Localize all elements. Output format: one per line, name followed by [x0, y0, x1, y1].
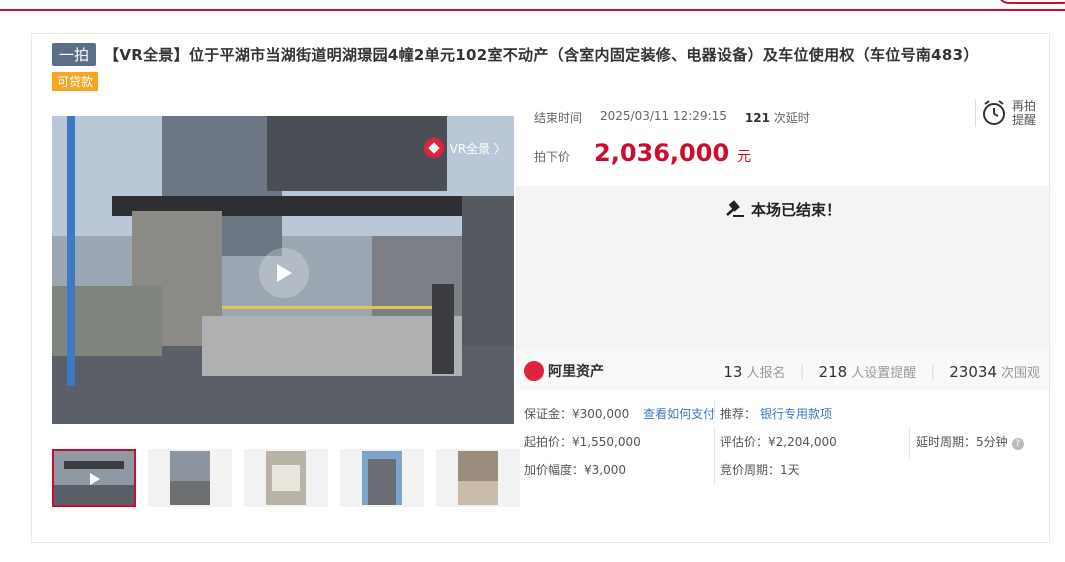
thumbnail-image [54, 451, 134, 505]
alarm-clock-icon [983, 100, 1005, 125]
currency-unit: 元 [737, 149, 752, 165]
top-bar [0, 0, 1065, 11]
auction-card: 一拍 【VR全景】位于平湖市当湖街道明湖璟园4幢2单元102室不动产（含室内固定… [31, 33, 1065, 543]
thumbnail-image [362, 451, 402, 505]
start-price-label: 起拍价： [524, 435, 573, 449]
price-row: 拍下价 2,036,000 元 [534, 139, 751, 167]
vr-panorama-button[interactable]: VR全景 〉 [423, 138, 506, 158]
divider [714, 427, 715, 485]
bid-period-row: 竞价周期：1天 [720, 461, 800, 478]
delay-suffix: 次延时 [773, 111, 810, 125]
thumbnail-image [458, 451, 498, 505]
increment-row: 加价幅度：¥3,000 [524, 461, 626, 478]
stats-counts: 13 人报名 | 218 人设置提醒 | 23034 次围观 [723, 361, 1040, 381]
ended-notice: 本场已结束！ [725, 198, 841, 220]
remind-label: 再拍提醒 [1012, 99, 1037, 127]
appraisal-value: ¥2,204,000 [768, 435, 837, 449]
thumbnail-1[interactable] [52, 449, 136, 507]
end-time-row: 结束时间 2025/03/11 12:29:15 121 次延时 [534, 109, 810, 126]
increment-value: ¥3,000 [584, 463, 627, 477]
divider [714, 399, 715, 417]
main-image[interactable]: VR全景 〉 [52, 116, 514, 424]
thumbnail-2[interactable] [148, 449, 232, 507]
start-price-row: 起拍价：¥1,550,000 [524, 433, 641, 450]
delay-period-value: 5分钟 [976, 435, 1008, 449]
remind-button[interactable]: 再拍提醒 [975, 99, 1040, 127]
bid-period-value: 1天 [780, 463, 800, 477]
signup-label: 人报名 [746, 365, 786, 381]
thumbnail-image [170, 451, 210, 505]
thumbnail-3[interactable] [244, 449, 328, 507]
end-time-value: 2025/03/11 12:29:15 [600, 109, 727, 123]
view-label: 次围观 [1000, 365, 1040, 381]
platform-logo[interactable]: 阿里资产 [524, 361, 604, 381]
how-to-pay-link[interactable]: 查看如何支付 [643, 407, 715, 421]
ali-asset-icon [524, 361, 544, 381]
delay-period-label: 延时周期： [916, 435, 977, 449]
platform-name: 阿里资产 [548, 364, 604, 380]
right-sidebar-edge [1049, 33, 1065, 543]
bank-payment-link[interactable]: 银行专用款项 [760, 407, 832, 421]
price-label: 拍下价 [534, 150, 571, 164]
help-icon[interactable]: ? [1011, 438, 1024, 450]
appraisal-label: 评估价： [720, 435, 769, 449]
loan-tag: 可贷款 [52, 72, 99, 91]
auction-round-badge: 一拍 [52, 43, 97, 66]
vr-icon [423, 138, 444, 158]
end-time-label: 结束时间 [534, 111, 583, 125]
deposit-row: 保证金：¥300,000 查看如何支付 [524, 405, 715, 422]
deposit-value: ¥300,000 [572, 407, 630, 421]
recommend-row: 推荐： 银行专用款项 [720, 405, 832, 422]
thumbnail-image [266, 451, 306, 505]
play-video-button[interactable] [259, 248, 309, 298]
deposit-label: 保证金： [524, 407, 573, 421]
reminder-label: 人设置提醒 [851, 365, 917, 381]
gavel-icon [726, 200, 744, 217]
thumbnail-5[interactable] [436, 449, 520, 507]
item-title[interactable]: 【VR全景】位于平湖市当湖街道明湖璟园4幢2单元102室不动产（含室内固定装修、… [104, 44, 979, 65]
thumbnail-strip [52, 449, 520, 507]
recommend-label: 推荐： [720, 407, 757, 421]
delay-period-row: 延时周期：5分钟? [916, 433, 1024, 450]
stats-row: 阿里资产 13 人报名 | 218 人设置提醒 | 23034 次围观 [516, 351, 1050, 391]
divider [909, 427, 910, 459]
vr-label: VR全景 〉 [449, 141, 506, 156]
ended-panel: 本场已结束！ [516, 186, 1050, 351]
top-right-button[interactable] [997, 0, 1065, 4]
bid-period-label: 竞价周期： [720, 463, 781, 477]
view-count: 23034 [949, 362, 997, 381]
delay-count: 121 [744, 111, 770, 125]
signup-count: 13 [723, 362, 743, 381]
final-price: 2,036,000 [594, 139, 730, 167]
reminder-count: 218 [818, 362, 848, 381]
increment-label: 加价幅度： [524, 463, 585, 477]
ended-text: 本场已结束！ [750, 200, 841, 219]
thumbnail-4[interactable] [340, 449, 424, 507]
title-row: 一拍 【VR全景】位于平湖市当湖街道明湖璟园4幢2单元102室不动产（含室内固定… [52, 43, 979, 66]
appraisal-row: 评估价：¥2,204,000 [720, 433, 837, 450]
start-price-value: ¥1,550,000 [572, 435, 641, 449]
play-icon [277, 264, 292, 282]
